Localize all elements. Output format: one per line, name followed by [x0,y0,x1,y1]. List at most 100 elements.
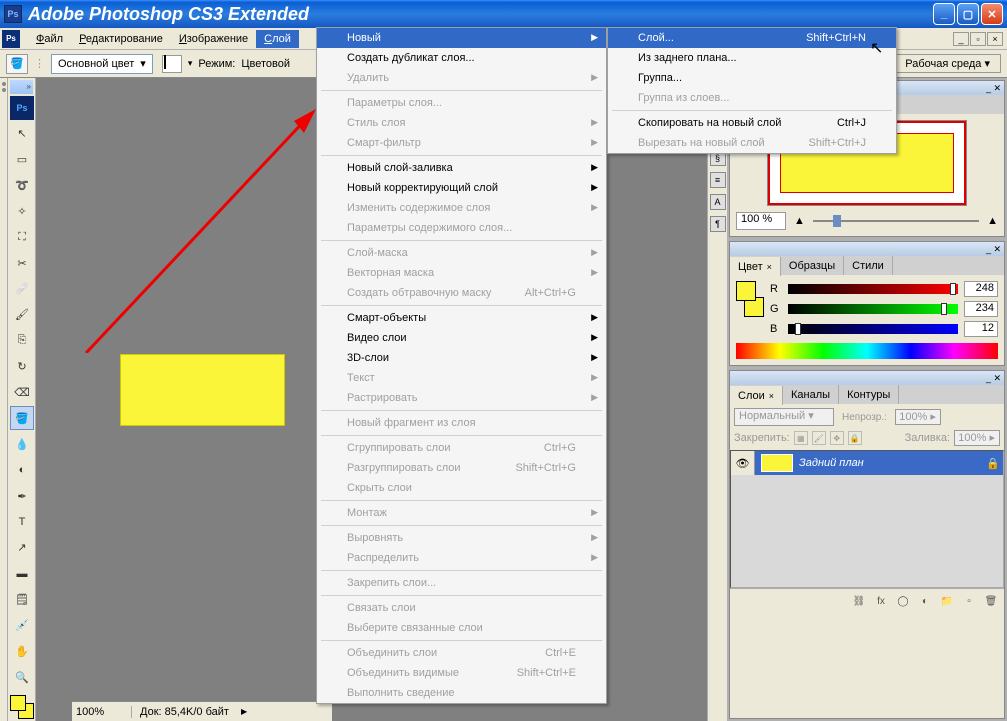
layer-thumbnail[interactable] [761,454,793,472]
workspace-button[interactable]: Рабочая среда ▾ [894,54,1001,73]
color-ramp[interactable] [736,343,998,359]
menu-item[interactable]: Новый слой-заливка▶ [317,158,606,178]
status-zoom[interactable]: 100% [72,706,132,718]
g-slider[interactable] [788,304,958,314]
swatches-tab[interactable]: Образцы [781,256,844,275]
menu-item[interactable]: Новый корректирующий слой▶ [317,178,606,198]
link-layers-button[interactable]: ⛓ [849,592,869,610]
foreground-background-colors[interactable] [10,695,34,719]
type-tool[interactable]: T [10,510,34,534]
r-label: R [770,283,782,295]
ps-menu-icon[interactable]: Ps [2,30,20,48]
color-panel-header[interactable]: _ ✕ [730,242,1004,256]
bucket-tool[interactable]: 🪣 [10,406,34,430]
eyedropper-tool[interactable]: 💉 [10,613,34,637]
history-brush-tool[interactable]: ↻ [10,355,34,379]
color-tab[interactable]: Цвет × [730,257,781,276]
menu-item: Стиль слоя▶ [317,113,606,133]
menu-item[interactable]: Слой...Shift+Ctrl+N [608,28,896,48]
menu-item: Слой-маска▶ [317,243,606,263]
path-tool[interactable]: ↗ [10,536,34,560]
layers-tab[interactable]: Слои × [730,386,783,405]
layer-row-background[interactable]: 👁 Задний план 🔒 [731,451,1003,475]
menu-item[interactable]: Из заднего плана... [608,48,896,68]
menu-image[interactable]: Изображение [171,30,256,48]
wand-tool[interactable]: ✧ [10,199,34,223]
adjustment-layer-button[interactable]: ◐ [915,592,935,610]
toolbox-header[interactable]: » [10,80,33,94]
menu-item[interactable]: Создать дубликат слоя... [317,48,606,68]
dodge-tool[interactable]: ◐ [10,458,34,482]
color-fb-swatch[interactable] [736,281,764,317]
lock-all-icon[interactable]: 🔒 [848,431,862,445]
menu-item: Параметры слоя... [317,93,606,113]
new-layer-button[interactable]: ▫ [959,592,979,610]
menu-item[interactable]: 3D-слои▶ [317,348,606,368]
zoom-in-icon[interactable]: ▲ [987,215,998,227]
menu-item[interactable]: Скопировать на новый слойCtrl+J [608,113,896,133]
panel-icon-5[interactable]: ≡ [710,172,726,188]
r-value[interactable]: 248 [964,281,998,297]
menu-edit[interactable]: Редактирование [71,30,171,48]
panel-icon-7[interactable]: ¶ [710,216,726,232]
panel-icon-6[interactable]: A [710,194,726,210]
maximize-button[interactable]: ▢ [957,3,979,25]
layer-visibility-icon[interactable]: 👁 [731,451,755,475]
minimize-button[interactable]: _ [933,3,955,25]
lock-position-icon[interactable]: ✥ [830,431,844,445]
menu-item[interactable]: Смарт-объекты▶ [317,308,606,328]
mode-value: Цветовой [241,58,290,70]
b-slider[interactable] [788,324,958,334]
zoom-tool[interactable]: 🔍 [10,665,34,689]
channels-tab[interactable]: Каналы [783,385,839,404]
layer-name[interactable]: Задний план [799,457,983,469]
marquee-tool[interactable]: ▭ [10,148,34,172]
lasso-tool[interactable]: ➰ [10,174,34,198]
menu-item[interactable]: Видео слои▶ [317,328,606,348]
eraser-tool[interactable]: ⌫ [10,381,34,405]
layer-style-button[interactable]: fx [871,592,891,610]
menu-layer[interactable]: Слой [256,30,299,48]
zoom-out-icon[interactable]: ▲ [794,215,805,227]
stamp-tool[interactable]: ⎘ [10,329,34,353]
doc-close-button[interactable]: × [987,32,1003,46]
brush-tool[interactable]: 🖌 [10,303,34,327]
new-group-button[interactable]: 📁 [937,592,957,610]
heal-tool[interactable]: 🩹 [10,277,34,301]
layer-mask-button[interactable]: ◯ [893,592,913,610]
navigator-zoom-input[interactable]: 100 % [736,212,786,230]
pen-tool[interactable]: ✒ [10,484,34,508]
menu-item: Монтаж▶ [317,503,606,523]
slice-tool[interactable]: ✂ [10,251,34,275]
layers-panel: _ ✕ Слои × Каналы Контуры Нормальный ▾ Н… [729,370,1005,719]
crop-tool[interactable]: ⛶ [10,225,34,249]
lock-pixels-icon[interactable]: 🖌 [812,431,826,445]
pattern-swatch[interactable] [162,55,182,73]
fill-input[interactable]: 100% ▸ [954,430,1000,446]
menu-item[interactable]: Новый▶ [317,28,606,48]
doc-minimize-button[interactable]: _ [953,32,969,46]
lock-transparency-icon[interactable]: ▦ [794,431,808,445]
doc-restore-button[interactable]: ▫ [970,32,986,46]
paths-tab[interactable]: Контуры [839,385,899,404]
delete-layer-button[interactable]: 🗑 [981,592,1001,610]
foreground-color[interactable] [10,695,26,711]
styles-tab[interactable]: Стили [844,256,893,275]
g-value[interactable]: 234 [964,301,998,317]
layers-panel-header[interactable]: _ ✕ [730,371,1004,385]
menu-file[interactable]: Файл [28,30,71,48]
hand-tool[interactable]: ✋ [10,639,34,663]
opacity-input[interactable]: 100% ▸ [895,409,941,425]
shape-tool[interactable]: ▬ [10,562,34,586]
close-button[interactable]: ✕ [981,3,1003,25]
blend-mode-dropdown[interactable]: Нормальный ▾ [734,408,834,426]
menu-item: Новый фрагмент из слоя [317,413,606,433]
menu-item[interactable]: Группа... [608,68,896,88]
move-tool[interactable]: ↖ [10,122,34,146]
notes-tool[interactable]: 🗒 [10,588,34,612]
blur-tool[interactable]: 💧 [10,432,34,456]
navigator-zoom-slider[interactable] [813,214,979,228]
r-slider[interactable] [788,284,958,294]
fill-source-dropdown[interactable]: Основной цвет ▾ [51,54,153,74]
b-value[interactable]: 12 [964,321,998,337]
